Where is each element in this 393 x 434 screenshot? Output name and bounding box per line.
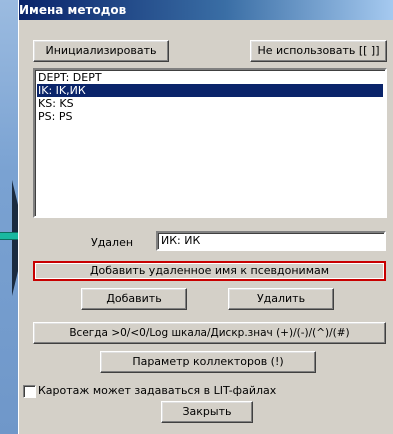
methods-list[interactable]: DEPT: DEPT IK: IK,ИК KS: KS PS: PS [33,68,387,218]
title-bar[interactable]: Имена методов [19,0,393,20]
not-use-button[interactable]: Не использовать [[ ]] [250,40,387,62]
add-button[interactable]: Добавить [81,288,187,310]
lit-files-checkbox[interactable] [23,385,36,398]
list-item-selected[interactable]: IK: IK,ИК [37,84,383,97]
delete-button[interactable]: Удалить [228,288,334,310]
always-scale-button[interactable]: Всегда >0/<0/Log шкала/Дискр.знач (+)/(-… [33,322,386,344]
methods-dialog: Имена методов Инициализировать Не исполь… [18,0,393,434]
removed-label: Удален [91,236,134,249]
add-removed-alias-button[interactable]: Добавить удаленное имя к псевдонимам [33,261,386,281]
close-button[interactable]: Закрыть [161,401,253,423]
lit-files-label: Каротаж может задаваться в LIT-файлах [38,384,277,397]
list-item[interactable]: DEPT: DEPT [37,71,383,84]
list-item[interactable]: KS: KS [37,97,383,110]
removed-name-field[interactable]: ИК: ИК [156,231,386,251]
initialize-button[interactable]: Инициализировать [33,40,169,62]
list-item[interactable]: PS: PS [37,110,383,123]
collectors-parameter-button[interactable]: Параметр коллекторов (!) [100,351,316,373]
window-title: Имена методов [19,3,127,17]
